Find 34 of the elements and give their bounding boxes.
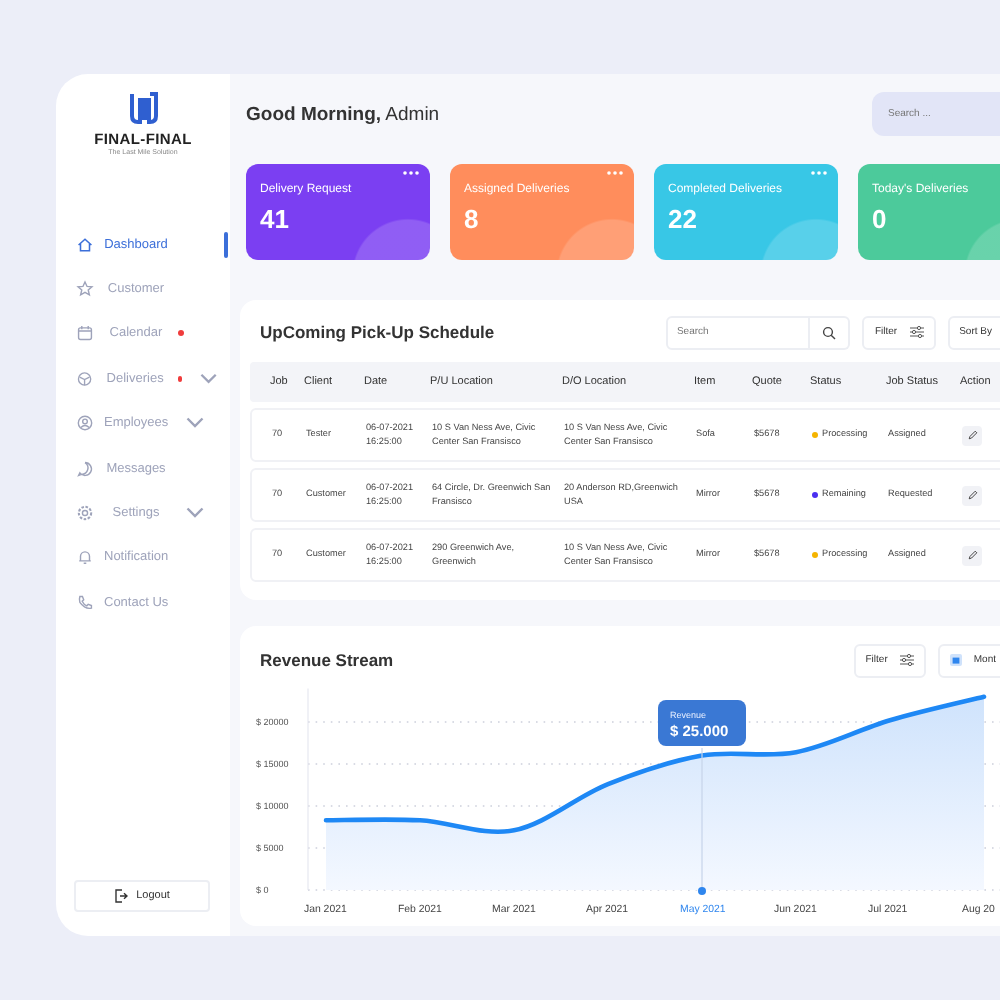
nav-icon	[76, 235, 94, 254]
filter-icon	[909, 326, 924, 338]
search-icon	[822, 325, 837, 339]
pencil-icon	[967, 490, 977, 500]
search-button[interactable]	[810, 315, 851, 349]
more-icon[interactable]	[606, 170, 624, 176]
edit-button[interactable]	[962, 485, 982, 505]
nav-icon	[76, 369, 94, 388]
nav-icon	[76, 504, 94, 523]
logo-icon	[127, 90, 159, 128]
logout-icon	[114, 888, 129, 904]
chart-tooltip	[658, 700, 746, 746]
filter-icon	[899, 654, 914, 666]
edit-button[interactable]	[962, 545, 982, 565]
edit-button[interactable]	[962, 425, 982, 445]
greeting: Good Morning, Admin	[246, 103, 442, 125]
pencil-icon	[967, 550, 977, 560]
nav-icon	[76, 593, 94, 612]
nav-icon	[76, 459, 94, 478]
card-value: 41	[260, 204, 289, 234]
panel-title: UpComing Pick-Up Schedule	[260, 322, 497, 342]
nav-icon	[76, 548, 94, 567]
panel-title: Revenue Stream	[260, 650, 396, 670]
nav-icon	[76, 324, 94, 343]
card-value: 0	[872, 204, 887, 234]
nav-icon	[76, 280, 94, 299]
nav-icon	[76, 414, 94, 433]
active-indicator	[223, 232, 228, 258]
more-icon[interactable]	[402, 170, 420, 176]
card-value: 8	[464, 204, 479, 234]
pencil-icon	[967, 430, 977, 440]
calendar-icon	[949, 654, 962, 666]
marker-dot	[698, 887, 706, 895]
card-value: 22	[668, 204, 697, 234]
